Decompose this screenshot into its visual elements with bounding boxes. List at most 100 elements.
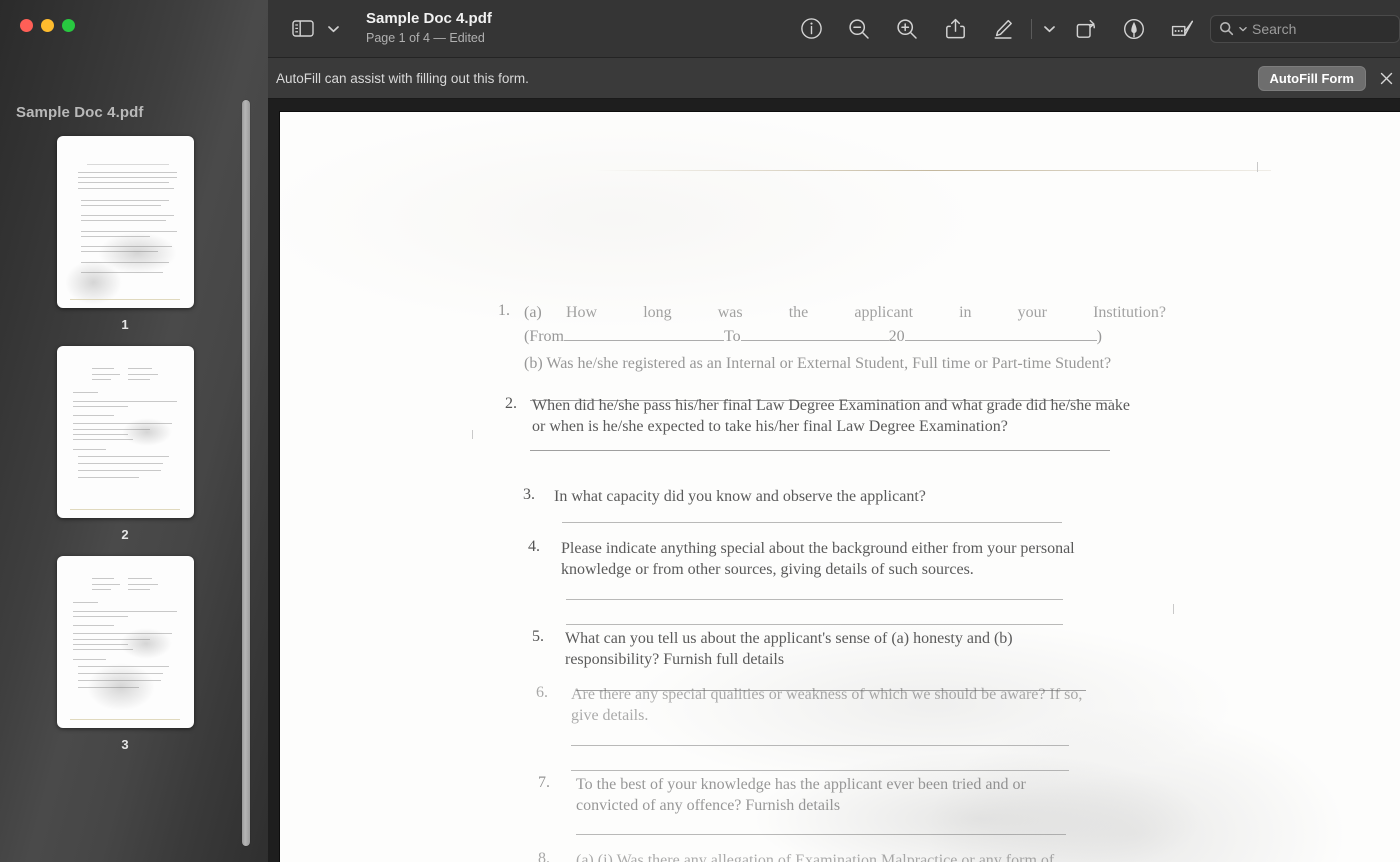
thumbnail-page-2[interactable]: 2 bbox=[0, 346, 250, 542]
year-field[interactable] bbox=[904, 326, 1097, 342]
q1-word: applicant bbox=[854, 304, 914, 321]
answer-rule[interactable] bbox=[566, 599, 1063, 600]
share-icon[interactable] bbox=[931, 9, 979, 49]
pdf-page-1[interactable]: 1. (a) How long was the applicant in you… bbox=[280, 112, 1400, 862]
answer-rule[interactable] bbox=[571, 770, 1069, 771]
form-question-5: 5. What can you tell us about the applic… bbox=[532, 628, 1132, 670]
thumbnail-footer-line bbox=[70, 719, 180, 720]
q1-word: How bbox=[566, 304, 598, 321]
form-question-7: 7. To the best of your knowledge has the… bbox=[538, 774, 1148, 816]
thumbnail-smudge bbox=[64, 259, 123, 305]
chevron-down-icon[interactable] bbox=[325, 16, 341, 42]
question-text: Are there any special qualities or weakn… bbox=[571, 686, 1083, 725]
search-icon[interactable] bbox=[1219, 21, 1234, 36]
toolbar-separator bbox=[1031, 18, 1032, 39]
toolbar-icon-group: Search bbox=[787, 9, 1400, 49]
close-window-button[interactable] bbox=[20, 19, 33, 32]
redact-icon[interactable] bbox=[1158, 9, 1206, 49]
q1-word: was bbox=[717, 304, 743, 321]
question-text: When did he/she pass his/her final Law D… bbox=[532, 397, 1131, 436]
question-text: Please indicate anything special about t… bbox=[561, 540, 1075, 579]
answer-rule[interactable] bbox=[576, 834, 1066, 835]
thumbnail-footer-line bbox=[70, 509, 180, 510]
question-1-part-b: (b) Was he/she registered as an Internal… bbox=[524, 355, 1112, 373]
to-date-field[interactable] bbox=[740, 326, 889, 342]
question-text: To the best of your knowledge has the ap… bbox=[576, 776, 1026, 815]
question-1-year-prefix: 20 bbox=[888, 328, 905, 346]
autofill-message: AutoFill can assist with filling out thi… bbox=[276, 70, 529, 86]
autofill-banner: AutoFill can assist with filling out thi… bbox=[268, 58, 1400, 99]
thumbnail-page-number: 3 bbox=[121, 737, 129, 752]
thumbnail-page-1[interactable]: 1 bbox=[0, 136, 250, 332]
form-question-1: 1. (a) How long was the applicant in you… bbox=[498, 302, 1166, 374]
window-traffic-lights bbox=[20, 19, 75, 32]
search-placeholder-text: Search bbox=[1252, 20, 1297, 37]
q1-word: Institution? bbox=[1093, 304, 1166, 321]
form-question-4: 4. Please indicate anything special abou… bbox=[528, 538, 1138, 580]
document-title: Sample Doc 4.pdf bbox=[366, 9, 492, 27]
document-subtitle: Page 1 of 4 — Edited bbox=[366, 31, 485, 46]
zoom-out-icon[interactable] bbox=[835, 9, 883, 49]
answer-rule[interactable] bbox=[571, 745, 1069, 746]
form-question-8: 8. (a) (i) Was there any allegation of E… bbox=[538, 850, 1148, 862]
question-1-to-label: To bbox=[724, 328, 741, 346]
q1-word: long bbox=[643, 304, 672, 321]
search-chevron-down-icon[interactable] bbox=[1239, 26, 1247, 32]
annotate-nib-icon[interactable] bbox=[1110, 9, 1158, 49]
q1-word: in bbox=[959, 304, 972, 321]
thumbnail-footer-line bbox=[70, 299, 180, 300]
question-text: In what capacity did you know and observ… bbox=[554, 488, 926, 505]
q1-word: the bbox=[788, 304, 809, 321]
question-1-sub-label: (a) bbox=[524, 304, 542, 321]
toolbar: Sample Doc 4.pdf Page 1 of 4 — Edited Se… bbox=[268, 0, 1400, 58]
search-input[interactable]: Search bbox=[1210, 14, 1400, 43]
answer-rule[interactable] bbox=[562, 522, 1062, 523]
thumbnail-list[interactable]: 1 2 3 bbox=[0, 136, 250, 862]
form-content: 1. (a) How long was the applicant in you… bbox=[280, 112, 1400, 862]
thumbnail-page-number: 1 bbox=[121, 317, 129, 332]
close-icon[interactable] bbox=[1376, 68, 1396, 88]
question-number: 4. bbox=[528, 538, 540, 555]
document-meta: Sample Doc 4.pdf Page 1 of 4 — Edited bbox=[366, 10, 492, 48]
form-question-3: 3. In what capacity did you know and obs… bbox=[523, 486, 1123, 507]
document-viewer[interactable]: 1. (a) How long was the applicant in you… bbox=[268, 99, 1400, 862]
question-1-from-label: (From bbox=[524, 328, 564, 346]
thumbnail-stamp bbox=[122, 418, 172, 446]
markup-pen-icon[interactable] bbox=[979, 9, 1027, 49]
question-text: (a) (i) Was there any allegation of Exam… bbox=[576, 852, 1055, 862]
question-number: 7. bbox=[538, 774, 550, 791]
sidebar: Sample Doc 4.pdf 1 2 3 bbox=[0, 0, 268, 862]
sidebar-panel-icon[interactable] bbox=[288, 16, 318, 42]
thumbnail-image-1[interactable] bbox=[56, 136, 194, 308]
q1-word: your bbox=[1017, 304, 1047, 321]
thumbnail-image-2[interactable] bbox=[56, 346, 194, 518]
question-number: 3. bbox=[523, 486, 535, 503]
minimize-window-button[interactable] bbox=[41, 19, 54, 32]
main-pane: Sample Doc 4.pdf Page 1 of 4 — Edited Se… bbox=[268, 0, 1400, 862]
info-icon[interactable] bbox=[787, 9, 835, 49]
question-1-text: How long was the applicant in your Insti… bbox=[566, 304, 1166, 322]
pdf-viewer-window: Sample Doc 4.pdf 1 2 3 Sample Doc 4.pdf … bbox=[0, 0, 1400, 862]
question-number: 5. bbox=[532, 628, 544, 645]
question-number: 2. bbox=[505, 395, 517, 412]
thumbnail-page-number: 2 bbox=[121, 527, 129, 542]
autofill-form-button[interactable]: AutoFill Form bbox=[1257, 65, 1366, 91]
sidebar-toggle-group[interactable] bbox=[288, 16, 341, 42]
question-text: What can you tell us about the applicant… bbox=[565, 630, 1013, 669]
thumbnail-stamp bbox=[119, 628, 172, 660]
form-question-2: 2. When did he/she pass his/her final La… bbox=[505, 395, 1135, 437]
question-number: 6. bbox=[536, 684, 548, 701]
thumbnail-smudge bbox=[86, 662, 156, 711]
rotate-right-icon[interactable] bbox=[1062, 9, 1110, 49]
sidebar-document-title: Sample Doc 4.pdf bbox=[16, 104, 144, 121]
maximize-window-button[interactable] bbox=[62, 19, 75, 32]
zoom-in-icon[interactable] bbox=[883, 9, 931, 49]
answer-rule[interactable] bbox=[566, 624, 1063, 625]
thumbnail-image-3[interactable] bbox=[56, 556, 194, 728]
markup-options-chevron-down-icon[interactable] bbox=[1036, 9, 1062, 49]
sidebar-scrollbar[interactable] bbox=[242, 100, 250, 846]
from-date-field[interactable] bbox=[564, 326, 724, 342]
answer-rule[interactable] bbox=[530, 450, 1110, 451]
form-question-6: 6. Are there any special qualities or we… bbox=[536, 684, 1146, 726]
thumbnail-page-3[interactable]: 3 bbox=[0, 556, 250, 752]
